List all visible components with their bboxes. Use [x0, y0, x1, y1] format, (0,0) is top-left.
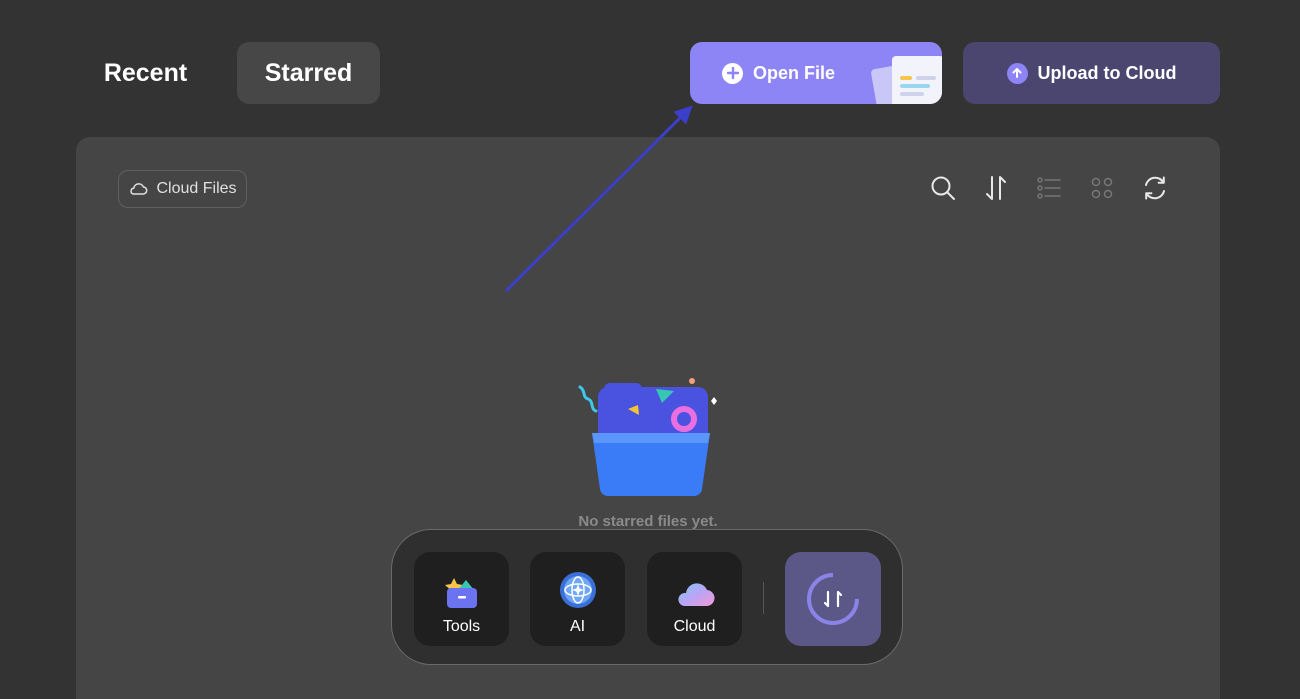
dock-item-ai-label: AI	[569, 618, 586, 635]
plus-icon	[722, 62, 743, 84]
cloud-icon	[677, 583, 715, 607]
documents-illustration-icon	[871, 56, 942, 104]
dock-item-tools-label: Tools	[442, 618, 481, 635]
sort-icon[interactable]	[982, 174, 1010, 202]
dock-item-tools[interactable]: Tools	[414, 552, 509, 646]
transfer-icon	[807, 572, 860, 625]
tab-recent-label: Recent	[103, 58, 188, 87]
transfer-button[interactable]	[785, 552, 881, 646]
ai-icon	[559, 572, 596, 608]
cloud-outline-icon	[130, 183, 148, 195]
upload-arrow-icon	[1006, 62, 1028, 84]
empty-state-message: No starred files yet.	[578, 513, 718, 530]
cloud-files-label: Cloud Files	[156, 180, 237, 197]
tab-starred[interactable]: Starred	[237, 42, 380, 104]
cloud-files-filter[interactable]: Cloud Files	[118, 170, 247, 208]
tab-starred-label: Starred	[264, 58, 353, 87]
search-icon[interactable]	[929, 174, 957, 202]
dock-divider	[763, 582, 764, 614]
dock-item-cloud-label: Cloud	[673, 618, 716, 635]
refresh-icon[interactable]	[1141, 174, 1169, 202]
dock-item-cloud[interactable]: Cloud	[647, 552, 742, 646]
tab-recent[interactable]: Recent	[88, 42, 203, 104]
bottom-dock: Tools AI Cloud	[391, 529, 903, 665]
upload-to-cloud-label: Upload to Cloud	[1037, 62, 1177, 83]
app-root: Recent Starred Open File Upload to Cloud	[0, 0, 1300, 699]
open-file-button[interactable]: Open File	[690, 42, 942, 104]
empty-folder-illustration-icon	[578, 378, 717, 497]
panel-toolbar	[929, 174, 1169, 202]
open-file-label: Open File	[753, 62, 836, 83]
tools-icon	[444, 578, 477, 608]
upload-to-cloud-button[interactable]: Upload to Cloud	[963, 42, 1220, 104]
dock-item-ai[interactable]: AI	[530, 552, 625, 646]
list-view-icon[interactable]	[1035, 174, 1063, 202]
grid-view-icon[interactable]	[1088, 174, 1116, 202]
